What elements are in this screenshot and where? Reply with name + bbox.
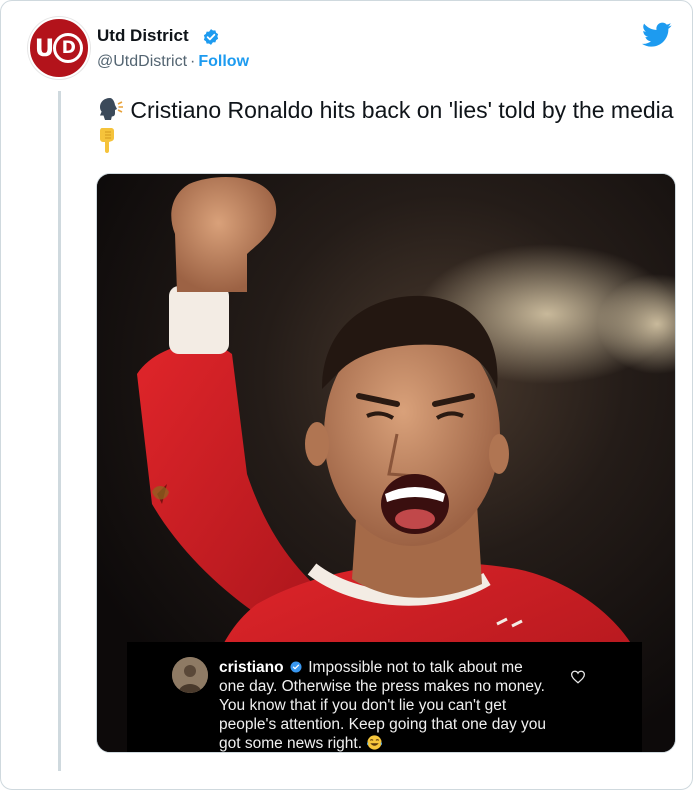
handle-row: @UtdDistrict · Follow	[97, 53, 249, 71]
speaking-head-icon	[100, 98, 123, 120]
separator: ·	[190, 53, 196, 70]
tweet-media-image[interactable]: cristiano Impossible not to talk about m…	[96, 173, 676, 753]
account-handle[interactable]: @UtdDistrict	[97, 53, 187, 70]
instagram-avatar	[172, 657, 208, 693]
pointing-down-icon	[100, 128, 114, 153]
follow-button[interactable]: Follow	[198, 53, 249, 70]
tweet-text: Cristiano Ronaldo hits back on 'lies' to…	[96, 95, 676, 158]
tweet-body: Cristiano Ronaldo hits back on 'lies' to…	[130, 97, 674, 123]
utd-district-logo: UD	[35, 33, 84, 63]
laughing-tears-icon	[367, 735, 383, 750]
instagram-caption: cristiano Impossible not to talk about m…	[219, 658, 549, 752]
heart-icon[interactable]	[570, 670, 586, 684]
twitter-bird-icon[interactable]	[642, 22, 672, 48]
account-name[interactable]: Utd District	[97, 26, 189, 46]
verified-badge-icon	[203, 29, 219, 45]
tweet-card[interactable]: UD Utd District @UtdDistrict · Follow Cris…	[0, 0, 693, 790]
instagram-username: cristiano	[219, 659, 284, 676]
instagram-comment: cristiano Impossible not to talk about m…	[127, 642, 642, 752]
instagram-avatar-image	[172, 657, 208, 693]
avatar[interactable]: UD	[28, 17, 90, 79]
thread-line	[58, 91, 61, 771]
instagram-verified-icon	[290, 661, 302, 673]
